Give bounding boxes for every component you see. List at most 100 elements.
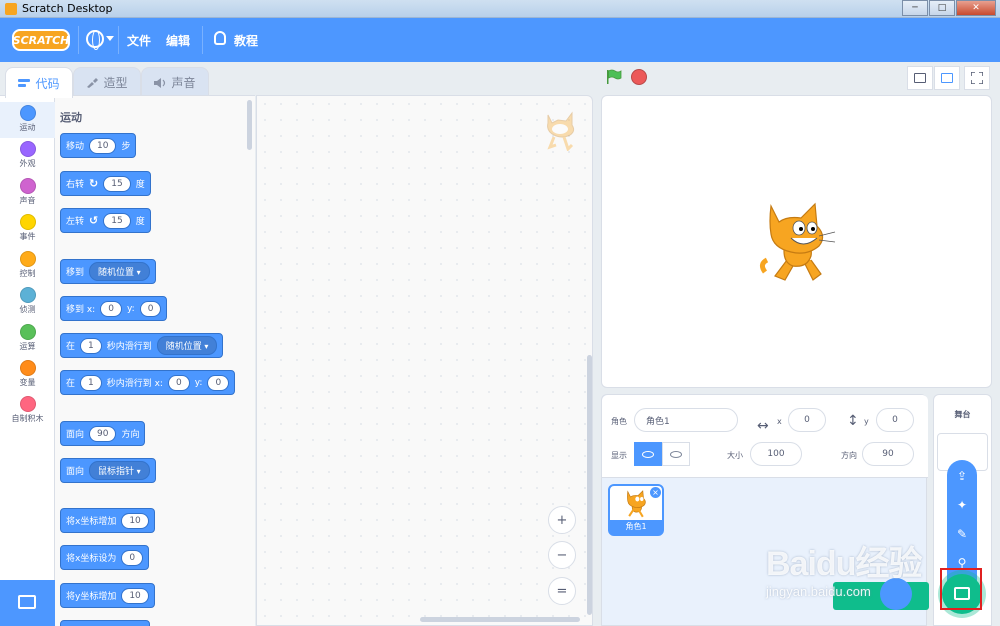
speaker-icon — [154, 77, 166, 88]
block-input[interactable]: 10 — [89, 137, 117, 154]
block-input[interactable]: 0 — [207, 374, 230, 391]
tab-costumes[interactable]: 造型 — [73, 67, 141, 97]
category-variables[interactable]: 变量 — [0, 357, 55, 393]
menu-bar: SCRATCH 文件 编辑 教程 — [0, 18, 1000, 62]
scratch-cat-sprite[interactable] — [757, 200, 839, 285]
block-go-to-xy[interactable]: 移到 x: 0 y: 0 — [60, 296, 168, 321]
category-my-blocks[interactable]: 自制积木 — [0, 393, 55, 429]
block-input[interactable]: 10 — [121, 512, 149, 529]
surprise-icon[interactable]: ✦ — [952, 495, 972, 515]
menu-tutorials[interactable]: 教程 — [234, 32, 258, 49]
block-point-towards[interactable]: 面向 鼠标指针 — [60, 458, 156, 483]
block-input[interactable]: 10 — [121, 587, 149, 604]
category-operators[interactable]: 运算 — [0, 321, 55, 357]
zoom-reset-button[interactable]: = — [548, 577, 576, 605]
block-go-to[interactable]: 移到 随机位置 — [60, 259, 156, 284]
category-dot — [19, 360, 36, 376]
block-input[interactable]: 1 — [80, 374, 102, 391]
x-field[interactable]: 0 — [788, 408, 826, 432]
scratch-logo[interactable]: SCRATCH — [12, 29, 70, 51]
block-input[interactable]: 1 — [80, 337, 102, 354]
block-palette: 运动 移动 10 步 右转 ↻ 15 度 左转 ↺ 15 度 移到 随机位置 移… — [55, 95, 255, 626]
workspace-vertical-scrollbar[interactable] — [587, 355, 592, 615]
block-glide-to[interactable]: 在 1 秒内滑行到 随机位置 — [60, 333, 224, 358]
block-input[interactable]: 90 — [89, 425, 117, 442]
close-button[interactable]: ✕ — [956, 0, 996, 16]
category-dot — [19, 141, 36, 157]
block-text: 方向 — [121, 430, 140, 440]
category-looks[interactable]: 外观 — [0, 138, 55, 174]
block-turn-left[interactable]: 左转 ↺ 15 度 — [60, 208, 151, 233]
block-set-x[interactable]: 将x坐标设为 0 — [60, 545, 150, 570]
category-sound[interactable]: 声音 — [0, 175, 55, 211]
category-sensing[interactable]: 侦测 — [0, 284, 55, 320]
category-dot — [19, 178, 36, 194]
block-dropdown[interactable]: 随机位置 — [156, 336, 218, 355]
tab-code[interactable]: 代码 — [5, 67, 73, 98]
block-point-direction[interactable]: 面向 90 方向 — [60, 421, 146, 446]
palette-scrollbar[interactable] — [247, 100, 252, 150]
x-label: x — [777, 417, 782, 426]
block-input[interactable]: 0 — [121, 549, 144, 566]
show-label: 显示 — [611, 451, 627, 460]
direction-field[interactable]: 90 — [862, 442, 914, 466]
block-input[interactable]: 0 — [139, 300, 162, 317]
category-control[interactable]: 控制 — [0, 248, 55, 284]
direction-label: 方向 — [841, 451, 857, 460]
zoom-in-button[interactable]: + — [548, 506, 576, 534]
large-stage-button[interactable] — [934, 66, 960, 90]
delete-sprite-icon[interactable]: × — [650, 487, 661, 498]
workspace-horizontal-scrollbar[interactable] — [420, 617, 580, 622]
add-extension-button[interactable] — [0, 580, 55, 626]
rotate-left-icon: ↺ — [89, 214, 99, 227]
language-globe-icon[interactable] — [86, 30, 104, 50]
block-input[interactable]: 15 — [103, 212, 131, 229]
block-turn-right[interactable]: 右转 ↻ 15 度 — [60, 171, 151, 196]
show-hidden-button[interactable] — [662, 442, 690, 466]
vertical-arrows-icon: ↕ — [847, 413, 859, 429]
block-partial[interactable] — [60, 620, 150, 626]
size-field[interactable]: 100 — [750, 442, 802, 466]
small-stage-button[interactable] — [907, 66, 933, 90]
code-workspace[interactable] — [256, 95, 593, 626]
stop-sign-icon[interactable] — [631, 69, 647, 85]
small-stage-icon — [914, 73, 926, 83]
category-events[interactable]: 事件 — [0, 211, 55, 247]
category-dot — [19, 251, 36, 267]
menu-file[interactable]: 文件 — [127, 32, 151, 49]
block-dropdown[interactable]: 随机位置 — [89, 262, 150, 281]
block-input[interactable]: 0 — [167, 374, 190, 391]
chevron-down-icon — [106, 36, 114, 41]
block-text: 面向 — [66, 467, 85, 477]
category-label: 控制 — [19, 269, 36, 278]
rotate-right-icon: ↻ — [89, 177, 99, 190]
block-text: 将x坐标增加 — [66, 517, 117, 527]
sprite-name-field[interactable]: 角色1 — [634, 408, 738, 432]
paint-icon[interactable]: ✎ — [952, 524, 972, 544]
zoom-out-button[interactable]: − — [548, 541, 576, 569]
category-label: 自制积木 — [11, 414, 44, 423]
block-text: 面向 — [66, 430, 85, 440]
fullscreen-button[interactable] — [964, 66, 990, 90]
block-change-x[interactable]: 将x坐标增加 10 — [60, 508, 155, 533]
block-change-y[interactable]: 将y坐标增加 10 — [60, 583, 155, 608]
add-sprite-button[interactable] — [880, 578, 912, 610]
extension-icon — [18, 595, 36, 609]
block-text: 秒内滑行到 — [106, 342, 152, 352]
block-input[interactable]: 0 — [100, 300, 122, 317]
block-text: 移动 — [66, 142, 85, 152]
green-flag-icon[interactable] — [606, 69, 622, 85]
maximize-button[interactable]: □ — [929, 0, 955, 16]
y-field[interactable]: 0 — [876, 408, 914, 432]
block-input[interactable]: 15 — [103, 175, 131, 192]
block-text: 在 — [66, 342, 76, 352]
upload-backdrop-icon[interactable]: ⇪ — [952, 466, 972, 486]
block-move-steps[interactable]: 移动 10 步 — [60, 133, 137, 158]
category-motion[interactable]: 运动 — [0, 102, 55, 138]
block-dropdown[interactable]: 鼠标指针 — [89, 461, 150, 480]
tab-sounds[interactable]: 声音 — [141, 67, 209, 97]
show-visible-button[interactable] — [634, 442, 662, 466]
minimize-button[interactable]: ─ — [902, 0, 928, 16]
menu-edit[interactable]: 编辑 — [166, 32, 190, 49]
block-glide-to-xy[interactable]: 在 1 秒内滑行到 x: 0 y: 0 — [60, 370, 236, 395]
